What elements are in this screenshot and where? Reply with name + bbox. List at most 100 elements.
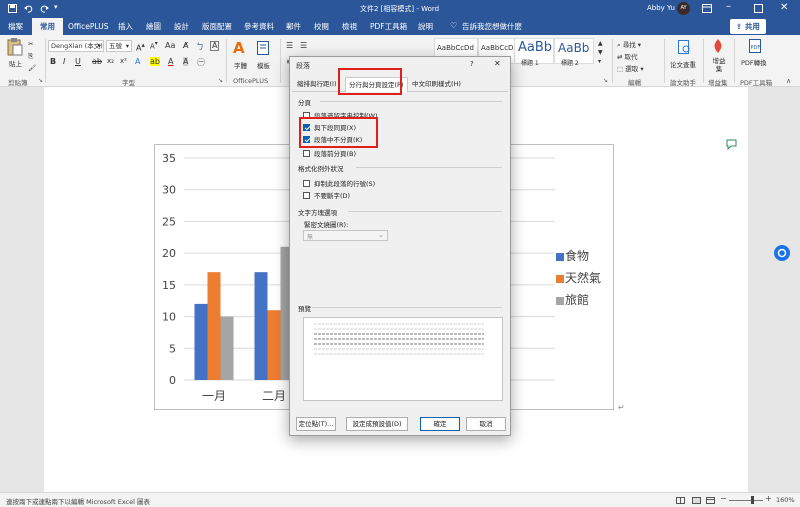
subscript-icon[interactable]: x₂ — [107, 57, 114, 65]
font-name-select[interactable]: DengXian (本文) ▾ — [48, 40, 104, 52]
paper-check-button[interactable]: 论文查重 — [670, 59, 696, 69]
zoom-slider-thumb[interactable] — [751, 496, 754, 504]
text-effects-icon[interactable]: A — [135, 57, 140, 66]
print-layout-icon[interactable] — [692, 497, 701, 504]
styles-launcher-icon[interactable]: ↘ — [603, 77, 608, 84]
pdf-convert-button[interactable]: PDF轉換 — [741, 57, 767, 67]
share-button[interactable]: ⇪ 共用 — [730, 19, 766, 34]
paste-icon[interactable] — [7, 38, 23, 56]
addin-group-label: 增益集 — [708, 79, 728, 87]
superscript-icon[interactable]: x² — [120, 57, 127, 65]
tab-help[interactable]: 說明 — [418, 18, 433, 35]
select-button[interactable]: ⬚ 選取 ▾ — [617, 63, 644, 73]
read-mode-icon[interactable] — [676, 497, 685, 504]
enclose-char-icon[interactable]: ㊀ — [197, 57, 205, 68]
web-layout-icon[interactable] — [706, 497, 715, 504]
cut-icon[interactable]: ✂ — [28, 40, 33, 48]
zoom-slider[interactable] — [729, 500, 763, 501]
help-icon[interactable]: ? — [470, 60, 474, 68]
set-default-button[interactable]: 設定成預設值(D) — [346, 417, 408, 431]
ok-button[interactable]: 確定 — [420, 417, 460, 431]
tab-design[interactable]: 設計 — [174, 18, 189, 35]
tab-pdf-toolbox[interactable]: PDF工具箱 — [370, 18, 407, 35]
addin-icon[interactable] — [712, 39, 725, 54]
bold-icon[interactable]: B — [50, 57, 56, 66]
tab-mailings[interactable]: 郵件 — [286, 18, 301, 35]
phonetic-icon[interactable]: ㄅ — [196, 41, 204, 52]
underline-icon[interactable]: U — [75, 57, 81, 66]
avatar[interactable]: AY — [677, 2, 690, 15]
tab-indents-spacing[interactable]: 縮排與行距(I) — [297, 77, 337, 91]
tab-review[interactable]: 校閱 — [314, 18, 329, 35]
shrink-font-icon[interactable]: A▾ — [150, 41, 158, 50]
pdf-icon[interactable]: PDF — [749, 39, 762, 54]
tab-draw[interactable]: 繪圖 — [146, 18, 161, 35]
no-hyphenate-label[interactable]: 不要斷字(D) — [314, 190, 350, 200]
page-break-before-checkbox[interactable] — [303, 150, 310, 157]
font-color-icon[interactable]: A — [168, 57, 173, 66]
font-tool-button[interactable]: 字體 — [234, 60, 247, 70]
collapse-ribbon-icon[interactable]: ∧ — [786, 77, 791, 85]
strikethrough-icon[interactable]: ab — [92, 57, 102, 66]
customize-qat-icon[interactable]: ▾ — [54, 3, 58, 11]
assistant-icon[interactable] — [774, 245, 790, 261]
grow-font-icon[interactable]: A▴ — [136, 41, 145, 53]
tab-officeplus[interactable]: OfficePLUS — [68, 18, 108, 35]
undo-icon[interactable] — [24, 4, 33, 13]
minimize-icon[interactable]: – — [726, 1, 731, 12]
numbering-icon[interactable]: ☰ — [300, 41, 307, 50]
no-hyphenate-checkbox[interactable] — [303, 192, 310, 199]
page-break-before-label[interactable]: 段落前分頁(B) — [314, 148, 356, 158]
cancel-button[interactable]: 取消 — [466, 417, 506, 431]
zoom-out-icon[interactable]: − — [720, 494, 727, 503]
ribbon-display-icon[interactable] — [702, 4, 712, 13]
template-button[interactable]: 模板 — [257, 60, 270, 70]
tight-wrap-select[interactable]: 無 ⌄ — [303, 230, 388, 241]
addin-button[interactable]: 增益集 — [710, 57, 728, 73]
tab-file[interactable]: 檔案 — [8, 18, 23, 35]
tell-me-search[interactable]: 告訴我您想做什麼 — [462, 18, 522, 35]
clear-format-icon[interactable]: A̸ — [183, 41, 188, 50]
suppress-line-numbers-checkbox[interactable] — [303, 180, 310, 187]
tab-references[interactable]: 參考資料 — [244, 18, 274, 35]
char-shading-icon[interactable]: A — [183, 57, 189, 66]
style-heading-1[interactable]: AaBb 標題 1 — [514, 38, 554, 67]
bullets-icon[interactable]: ☰ — [286, 41, 293, 50]
save-icon[interactable] — [8, 4, 17, 13]
maximize-icon[interactable] — [754, 4, 763, 13]
zoom-in-icon[interactable]: + — [765, 494, 772, 503]
font-tool-icon[interactable]: A — [233, 39, 245, 57]
replace-button[interactable]: ⇄ 取代 — [617, 51, 638, 61]
copy-icon[interactable]: ⎘ — [28, 52, 33, 61]
close-icon[interactable]: ✕ — [780, 2, 788, 13]
tab-home[interactable]: 常用 — [32, 18, 63, 35]
change-case-icon[interactable]: Aa — [165, 41, 175, 50]
dialog-close-icon[interactable]: ✕ — [494, 59, 501, 68]
redo-icon[interactable] — [40, 4, 49, 13]
highlight-icon[interactable]: ab — [150, 57, 160, 66]
zoom-level[interactable]: 160% — [776, 496, 795, 504]
tab-view[interactable]: 檢視 — [342, 18, 357, 35]
styles-scroll-down-icon[interactable]: ▼ — [598, 49, 603, 56]
tab-layout[interactable]: 版面配置 — [202, 18, 232, 35]
font-launcher-icon[interactable]: ↘ — [218, 77, 223, 84]
template-icon[interactable] — [257, 41, 269, 55]
tab-asian-typography[interactable]: 中文印刷樣式(H) — [412, 77, 461, 91]
tabs-button[interactable]: 定位點(T)... — [296, 417, 336, 431]
comment-icon[interactable] — [726, 139, 737, 150]
italic-icon[interactable]: I — [63, 57, 65, 66]
tab-insert[interactable]: 插入 — [118, 18, 133, 35]
paper-check-icon[interactable] — [678, 40, 691, 55]
style-heading-2[interactable]: AaBb 標題 2 — [554, 38, 594, 67]
clipboard-launcher-icon[interactable]: ↘ — [38, 77, 43, 84]
find-button[interactable]: ⌕ 尋找 ▾ — [617, 39, 641, 50]
styles-scroll-up-icon[interactable]: ▲ — [598, 40, 603, 47]
paste-button[interactable]: 貼上 — [9, 58, 22, 68]
suppress-line-numbers-label[interactable]: 抑制此段落的行號(S) — [314, 178, 375, 188]
char-border-icon[interactable]: A — [210, 41, 220, 51]
font-size-select[interactable]: 五號 ▾ — [106, 40, 132, 52]
format-painter-icon[interactable]: 🖌 — [28, 64, 36, 72]
user-name[interactable]: Abby Yu — [647, 4, 675, 12]
edit-group-label: 編輯 — [628, 79, 641, 87]
styles-more-icon[interactable]: ▾ — [598, 58, 601, 65]
